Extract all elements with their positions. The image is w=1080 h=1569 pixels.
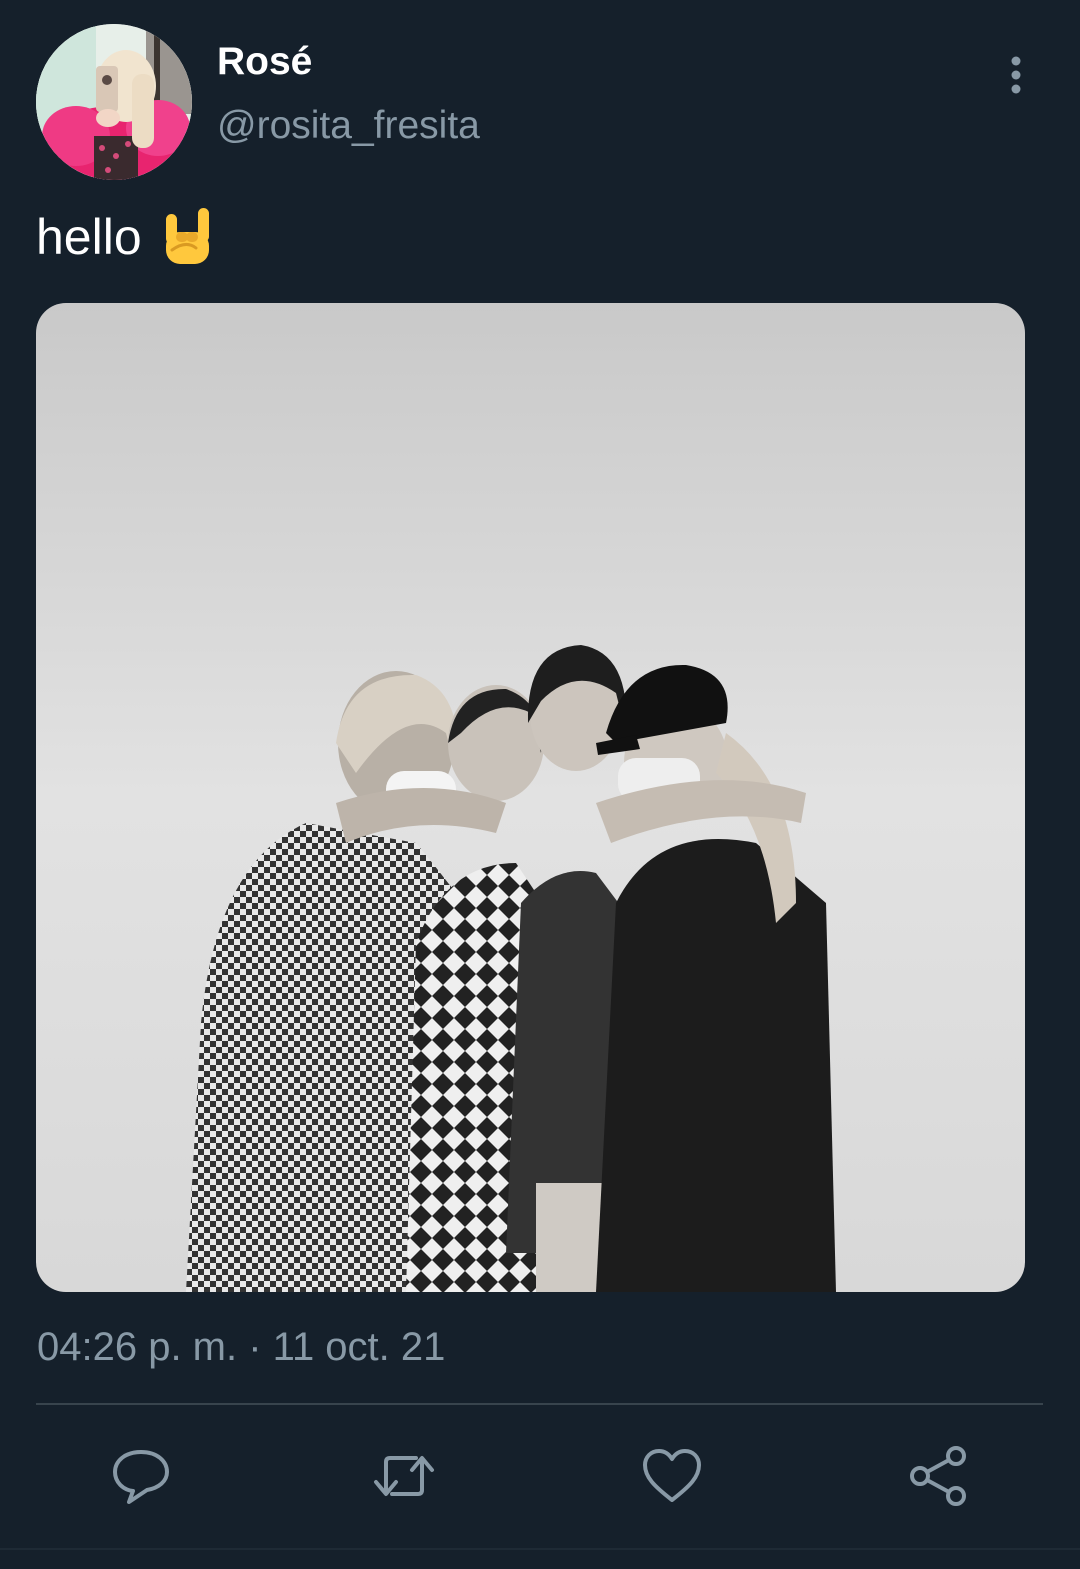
tweet-text: hello <box>36 206 214 268</box>
reply-icon <box>113 1450 169 1504</box>
more-options-button[interactable] <box>996 50 1036 100</box>
vertical-dots-icon <box>1011 56 1021 94</box>
avatar-photo <box>36 24 192 180</box>
tweet-body: hello <box>36 209 142 265</box>
divider <box>0 1548 1080 1550</box>
display-name[interactable]: Rosé <box>217 40 312 84</box>
share-icon <box>910 1446 966 1506</box>
user-handle[interactable]: @rosita_fresita <box>217 104 480 148</box>
heart-icon <box>643 1449 701 1502</box>
reply-button[interactable] <box>109 1444 173 1508</box>
share-button[interactable] <box>906 1444 970 1508</box>
sign-of-the-horns-emoji-icon <box>162 206 214 268</box>
divider <box>36 1403 1043 1405</box>
retweet-icon <box>374 1456 434 1496</box>
group-photo-image <box>36 303 1025 1292</box>
tweet-timestamp[interactable]: 04:26 p. m. · 11 oct. 21 <box>37 1324 445 1370</box>
avatar[interactable] <box>36 24 192 180</box>
like-button[interactable] <box>640 1444 704 1508</box>
retweet-button[interactable] <box>372 1444 436 1508</box>
tweet-photo[interactable] <box>36 303 1025 1292</box>
